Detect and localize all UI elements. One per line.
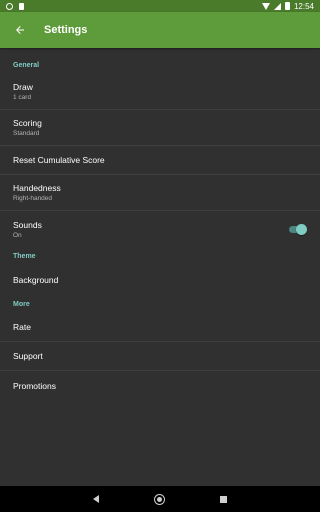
pref-title: Sounds <box>13 219 42 230</box>
page-title: Settings <box>44 24 88 36</box>
nav-home-icon[interactable] <box>155 494 164 504</box>
settings-list: General Draw 1 card Scoring Standard Res… <box>0 48 320 400</box>
pref-background[interactable]: Background <box>0 265 320 294</box>
navigation-bar <box>0 486 320 512</box>
sim-card-icon <box>19 2 24 10</box>
battery-icon <box>284 2 290 10</box>
pref-title: Draw <box>13 82 33 92</box>
pref-handedness[interactable]: Handedness Right-handed <box>0 175 320 211</box>
pref-sounds[interactable]: Sounds On <box>0 211 320 247</box>
pref-draw[interactable]: Draw 1 card <box>0 74 320 110</box>
status-time: 12:54 <box>293 1 314 11</box>
pref-title: Reset Cumulative Score <box>13 155 105 165</box>
pref-title: Rate <box>13 322 31 332</box>
pref-reset-score[interactable]: Reset Cumulative Score <box>0 146 320 175</box>
sounds-toggle[interactable] <box>289 223 307 235</box>
back-button[interactable] <box>2 12 38 48</box>
toggle-thumb <box>296 223 307 235</box>
pref-summary: Standard <box>13 130 40 137</box>
pref-rate[interactable]: Rate <box>0 313 320 342</box>
section-header-more: More <box>13 301 30 308</box>
pref-title: Promotions <box>13 380 56 391</box>
nav-back-icon[interactable] <box>93 495 99 503</box>
pref-title: Support <box>13 351 43 361</box>
pref-title: Scoring <box>13 118 42 128</box>
pref-support[interactable]: Support <box>0 342 320 371</box>
status-bar: 12:54 <box>0 0 320 12</box>
nav-recents-icon[interactable] <box>220 495 227 503</box>
signal-icon <box>273 2 281 10</box>
back-arrow-icon <box>16 26 24 34</box>
app-bar: Settings <box>0 12 320 48</box>
pref-title: Background <box>13 274 59 285</box>
section-header-theme: Theme <box>13 253 36 260</box>
pref-summary: Right-handed <box>13 195 53 202</box>
section-header-general: General <box>13 62 40 69</box>
wifi-icon <box>261 2 270 10</box>
pref-promotions[interactable]: Promotions <box>0 371 320 400</box>
pref-scoring[interactable]: Scoring Standard <box>0 110 320 146</box>
pref-summary: 1 card <box>13 94 32 101</box>
pref-title: Handedness <box>13 183 61 193</box>
pref-summary: On <box>13 231 22 239</box>
ring-icon <box>6 2 13 10</box>
